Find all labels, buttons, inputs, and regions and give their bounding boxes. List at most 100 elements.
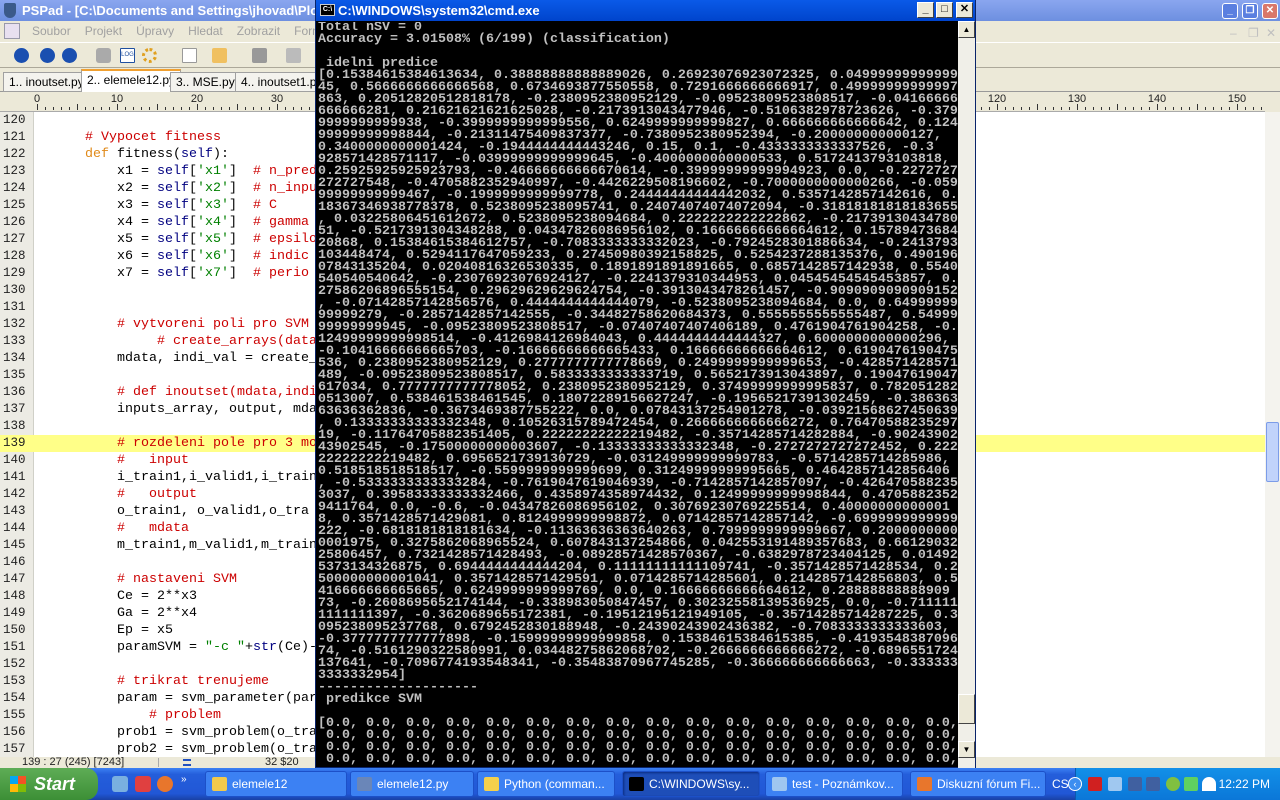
code-token-com: # Vypocet fitness bbox=[85, 130, 221, 145]
doc-minimize-button[interactable]: – bbox=[1230, 26, 1237, 40]
status-extra: 32 $20 bbox=[265, 756, 299, 768]
ruler-tick bbox=[309, 107, 310, 110]
code-token-com: # output bbox=[116, 487, 197, 502]
open-folder-icon[interactable] bbox=[212, 48, 227, 63]
ruler-tick bbox=[77, 104, 78, 110]
line-number: 136 bbox=[3, 385, 26, 399]
taskbar-item[interactable]: elemele12.py bbox=[350, 771, 474, 797]
scroll-up-arrow-icon[interactable]: ▲ bbox=[958, 21, 975, 38]
code-token-txt: ] bbox=[228, 164, 253, 179]
network-disconnected-icon-2[interactable] bbox=[1146, 777, 1160, 791]
code-token-str: 'x4' bbox=[196, 215, 229, 230]
ruler-tick bbox=[989, 107, 990, 110]
line-number: 128 bbox=[3, 249, 26, 263]
folder-icon bbox=[212, 777, 227, 791]
settings-gear-icon[interactable] bbox=[142, 48, 157, 63]
print-icon[interactable] bbox=[286, 48, 301, 63]
clock[interactable]: 12:22 PM bbox=[1219, 768, 1270, 800]
line-number: 137 bbox=[3, 402, 26, 416]
doc-close-button[interactable]: ✕ bbox=[1266, 26, 1276, 40]
cmd-minimize-button[interactable]: _ bbox=[917, 2, 934, 18]
document-pencil-icon[interactable] bbox=[4, 23, 20, 39]
scroll-thumb[interactable] bbox=[1266, 422, 1279, 482]
code-text: def fitness(self): bbox=[37, 146, 229, 163]
quicklaunch-save-icon[interactable] bbox=[135, 776, 151, 792]
code-token-com: # problem bbox=[148, 708, 221, 723]
project-icon[interactable] bbox=[14, 48, 29, 63]
cmd-close-button[interactable]: ✕ bbox=[956, 2, 973, 18]
doc-restore-button[interactable]: ❐ bbox=[1248, 26, 1259, 40]
wireless-tray-icon[interactable] bbox=[1202, 777, 1216, 791]
code-text: inputs_array, output, mda bbox=[37, 401, 317, 418]
menu-item-projekt[interactable]: Projekt bbox=[85, 24, 122, 38]
cmd-icon bbox=[629, 777, 644, 791]
menu-item-hledat[interactable]: Hledat bbox=[188, 24, 223, 38]
save-icon[interactable] bbox=[252, 48, 267, 63]
start-button[interactable]: Start bbox=[0, 768, 98, 800]
taskbar: Start » elemele12 elemele12.py Python (com… bbox=[0, 768, 1280, 800]
ruler-label: 30 bbox=[270, 93, 284, 105]
new-file-icon[interactable] bbox=[182, 48, 197, 63]
language-indicator[interactable]: CS bbox=[1052, 768, 1069, 800]
code-text: prob2 = svm_problem(o_tra bbox=[37, 741, 317, 757]
tab-1[interactable]: 1.. inoutset.py bbox=[3, 72, 90, 92]
firefox-icon bbox=[917, 777, 932, 791]
ruler-tick bbox=[1037, 104, 1038, 110]
line-number: 151 bbox=[3, 640, 26, 654]
taskbar-item[interactable]: elemele12 bbox=[205, 771, 347, 797]
code-token-txt: [ bbox=[188, 181, 197, 196]
line-number: 141 bbox=[3, 470, 26, 484]
scroll-down-arrow-icon[interactable]: ▼ bbox=[958, 741, 975, 758]
line-number: 157 bbox=[3, 742, 26, 756]
tab-3[interactable]: 3.. MSE.py bbox=[170, 72, 241, 92]
firefox-quicklaunch-icon[interactable] bbox=[157, 776, 173, 792]
console-output[interactable]: Total nSV = 0 Accuracy = 3.01508% (6/199)… bbox=[318, 22, 958, 768]
cmd-maximize-button[interactable]: □ bbox=[936, 2, 953, 18]
code-token-txt: Ce = 2**x3 bbox=[37, 589, 197, 604]
cursor-position: 139 : 27 (245) [7243] bbox=[22, 756, 125, 768]
ruler-tick bbox=[213, 107, 214, 110]
code-token-kw: def bbox=[85, 147, 109, 162]
line-number: 149 bbox=[3, 606, 26, 620]
code-token-com: # n_inpu bbox=[252, 181, 317, 196]
save-project-icon[interactable] bbox=[96, 48, 111, 63]
quicklaunch-chevron-icon[interactable]: » bbox=[181, 774, 187, 785]
ruler-tick bbox=[1181, 107, 1182, 110]
network-tray-icon[interactable] bbox=[1108, 777, 1122, 791]
code-token-com: # C bbox=[252, 198, 277, 213]
menu-item-zobrazit[interactable]: Zobrazit bbox=[237, 24, 280, 38]
code-token-txt: ] bbox=[228, 249, 253, 264]
acrobat-tray-icon[interactable] bbox=[1088, 777, 1102, 791]
minimize-button[interactable]: _ bbox=[1222, 3, 1238, 19]
line-number: 130 bbox=[3, 283, 26, 297]
antivirus-tray-icon[interactable] bbox=[1184, 777, 1198, 791]
ruler-tick bbox=[45, 107, 46, 110]
ruler-tick bbox=[1149, 107, 1150, 110]
project-open-icon[interactable] bbox=[62, 48, 77, 63]
cmd-scroll-thumb[interactable] bbox=[958, 694, 975, 724]
taskbar-item[interactable]: C:\WINDOWS\sy... bbox=[622, 771, 760, 797]
cmd-vertical-scrollbar[interactable]: ▲ ▼ bbox=[958, 21, 975, 768]
code-token-txt: paramSVM = bbox=[37, 640, 205, 655]
taskbar-item[interactable]: Diskuzní fórum Fi... bbox=[910, 771, 1046, 797]
cmd-title-bar[interactable]: C:\ C:\WINDOWS\system32\cmd.exe _ □ ✕ bbox=[316, 0, 975, 21]
menu-item-úpravy[interactable]: Úpravy bbox=[136, 24, 174, 38]
network-disconnected-icon[interactable] bbox=[1128, 777, 1142, 791]
taskbar-item[interactable]: test - Poznámkov... bbox=[765, 771, 903, 797]
close-button[interactable]: ✕ bbox=[1262, 3, 1278, 19]
security-tray-icon[interactable] bbox=[1166, 777, 1180, 791]
editor-vertical-scrollbar[interactable] bbox=[1265, 112, 1280, 757]
project-file-icon[interactable] bbox=[40, 48, 55, 63]
menu-item-soubor[interactable]: Soubor bbox=[32, 24, 71, 38]
ruler-tick bbox=[53, 107, 54, 110]
ruler-label: 20 bbox=[190, 93, 204, 105]
taskbar-item[interactable]: Python (comman... bbox=[477, 771, 615, 797]
tray-expand-icon[interactable]: ‹ bbox=[1068, 777, 1082, 791]
log-icon[interactable]: LOG bbox=[120, 48, 135, 63]
show-desktop-icon[interactable] bbox=[112, 776, 128, 792]
ruler-tick bbox=[1093, 107, 1094, 110]
tab-2[interactable]: 2.. elemele12.py bbox=[81, 69, 182, 92]
restore-button[interactable]: ❐ bbox=[1242, 3, 1258, 19]
